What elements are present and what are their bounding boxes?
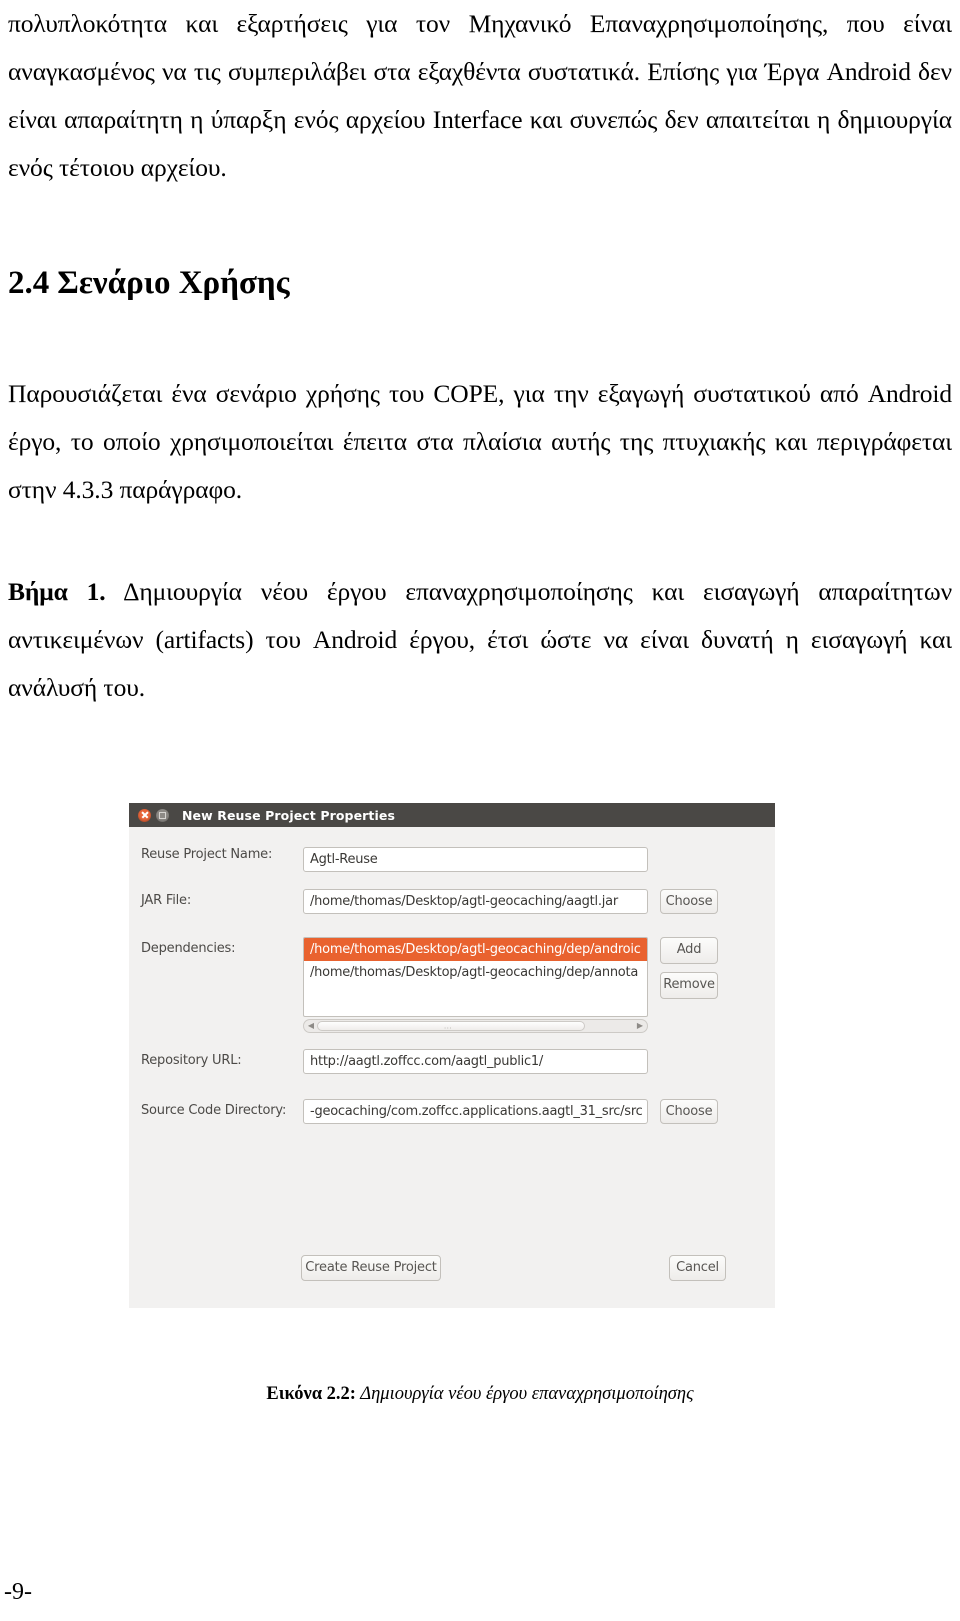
- source-code-directory-choose-button[interactable]: Choose: [660, 1099, 718, 1124]
- scrollbar-grip-icon: …: [443, 1021, 453, 1031]
- dependencies-buttons: Add Remove: [660, 937, 718, 999]
- section-heading-block: 2.4 Σενάριο Χρήσης: [8, 262, 952, 304]
- paragraph-intro-block: πολυπλοκότητα και εξαρτήσεις για τον Μηχ…: [8, 0, 952, 192]
- remove-dependency-button[interactable]: Remove: [660, 972, 718, 999]
- create-reuse-project-button[interactable]: Create Reuse Project: [301, 1255, 441, 1281]
- list-item[interactable]: /home/thomas/Desktop/agtl-geocaching/dep…: [304, 938, 647, 961]
- add-dependency-button[interactable]: Add: [660, 937, 718, 964]
- document-page: πολυπλοκότητα και εξαρτήσεις για τον Μηχ…: [0, 0, 960, 1621]
- step-text: Δημιουργία νέου έργου επαναχρησιμοποίηση…: [8, 577, 952, 702]
- dependencies-list[interactable]: /home/thomas/Desktop/agtl-geocaching/dep…: [303, 937, 648, 1017]
- project-name-input[interactable]: Agtl-Reuse: [303, 847, 648, 872]
- figure-caption: Εικόνα 2.2: Δημιουργία νέου έργου επαναχ…: [0, 1382, 960, 1406]
- repository-url-input[interactable]: http://aagtl.zoffcc.com/aagtl_public1/: [303, 1049, 648, 1074]
- jar-file-label: JAR File:: [141, 893, 191, 908]
- page-number: -9-: [4, 1579, 32, 1605]
- paragraph-step-block: Βήμα 1. Δημιουργία νέου έργου επαναχρησι…: [8, 568, 952, 712]
- row-dependencies: Dependencies: /home/thomas/Desktop/agtl-…: [141, 937, 718, 1033]
- paragraph-intro: πολυπλοκότητα και εξαρτήσεις για τον Μηχ…: [8, 9, 952, 182]
- project-name-label: Reuse Project Name:: [141, 847, 273, 862]
- row-source-code-directory: Source Code Directory: -geocaching/com.z…: [141, 1099, 718, 1124]
- dependencies-horizontal-scrollbar[interactable]: ◀ … ▶: [303, 1019, 648, 1033]
- page-title: 2.4 Σενάριο Χρήσης: [8, 262, 952, 304]
- row-project-name: Reuse Project Name: Agtl-Reuse: [141, 847, 648, 872]
- dependencies-list-wrap: /home/thomas/Desktop/agtl-geocaching/dep…: [303, 937, 648, 1033]
- scroll-left-arrow-icon[interactable]: ◀: [305, 1020, 317, 1032]
- jar-file-choose-button[interactable]: Choose: [660, 889, 718, 914]
- row-repository-url: Repository URL: http://aagtl.zoffcc.com/…: [141, 1049, 648, 1074]
- scroll-right-arrow-icon[interactable]: ▶: [634, 1020, 646, 1032]
- jar-file-input[interactable]: /home/thomas/Desktop/agtl-geocaching/aag…: [303, 889, 648, 914]
- minimize-icon[interactable]: [156, 808, 169, 822]
- figure-dialog-screenshot: New Reuse Project Properties Reuse Proje…: [129, 803, 775, 1308]
- section-title: Σενάριο Χρήσης: [57, 265, 290, 301]
- figure-caption-text: Δημιουργία νέου έργου επαναχρησιμοποίηση…: [355, 1384, 694, 1404]
- close-icon[interactable]: [138, 808, 151, 822]
- scrollbar-thumb[interactable]: …: [317, 1021, 585, 1031]
- dialog-titlebar: New Reuse Project Properties: [129, 803, 775, 827]
- list-item[interactable]: /home/thomas/Desktop/agtl-geocaching/dep…: [304, 961, 647, 984]
- paragraph-usage: Παρουσιάζεται ένα σενάριο χρήσης του COP…: [8, 379, 952, 504]
- dialog-title: New Reuse Project Properties: [182, 807, 396, 823]
- source-code-directory-label: Source Code Directory:: [141, 1103, 287, 1118]
- dependencies-label: Dependencies:: [141, 941, 236, 956]
- dialog-body: Reuse Project Name: Agtl-Reuse JAR File:…: [129, 827, 775, 1308]
- figure-caption-label: Εικόνα 2.2:: [266, 1384, 356, 1404]
- cancel-button[interactable]: Cancel: [669, 1255, 726, 1281]
- repository-url-label: Repository URL:: [141, 1053, 242, 1068]
- new-reuse-project-properties-dialog: New Reuse Project Properties Reuse Proje…: [129, 803, 775, 1308]
- section-number: 2.4: [8, 265, 50, 301]
- paragraph-step1: Βήμα 1. Δημιουργία νέου έργου επαναχρησι…: [8, 568, 952, 712]
- source-code-directory-input[interactable]: -geocaching/com.zoffcc.applications.aagt…: [303, 1099, 648, 1124]
- paragraph-usage-block: Παρουσιάζεται ένα σενάριο χρήσης του COP…: [8, 370, 952, 514]
- row-jar-file: JAR File: /home/thomas/Desktop/agtl-geoc…: [141, 889, 718, 914]
- step-label: Βήμα 1.: [8, 577, 106, 606]
